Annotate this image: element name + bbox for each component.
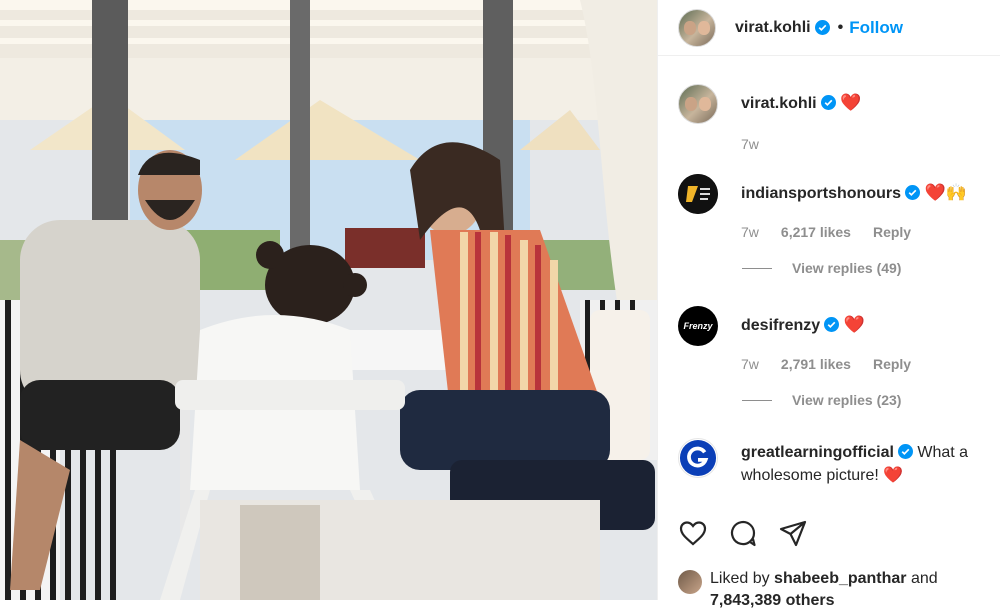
caption-username[interactable]: virat.kohli xyxy=(741,95,817,112)
caption-avatar[interactable] xyxy=(678,84,718,124)
liker-avatar[interactable] xyxy=(678,570,702,594)
verified-badge-icon xyxy=(905,185,920,200)
liked-by-user[interactable]: shabeeb_panthar xyxy=(774,570,906,587)
liked-by-row: Liked by shabeeb_panthar and 7,843,389 o… xyxy=(678,568,938,612)
comments-list[interactable]: virat.kohli ❤️ 7w indiansportshonours ❤️… xyxy=(658,56,1000,518)
comment-bubble-icon[interactable] xyxy=(728,518,758,548)
comment-likes[interactable]: 6,217 likes xyxy=(781,221,851,244)
comment-username[interactable]: desifrenzy xyxy=(741,317,820,334)
post-header: virat.kohli • Follow xyxy=(658,0,1000,56)
greatlearning-logo-icon xyxy=(679,439,717,477)
comment-avatar[interactable] xyxy=(678,438,718,478)
view-replies-button[interactable]: View replies (23) xyxy=(742,392,901,408)
comment-time: 7w xyxy=(741,224,759,240)
view-replies-button[interactable]: View replies (49) xyxy=(742,260,901,276)
comment-avatar[interactable]: Frenzy xyxy=(678,306,718,346)
caption-text: ❤️ xyxy=(840,93,862,112)
verified-badge-icon xyxy=(820,95,836,110)
like-heart-icon[interactable] xyxy=(678,518,708,548)
comment-item: greatlearningofficial What a wholesome p… xyxy=(678,438,988,487)
caption-time: 7w xyxy=(741,136,759,152)
desifrenzy-logo-text: Frenzy xyxy=(683,321,713,331)
post-photo[interactable] xyxy=(0,0,657,600)
verified-badge-icon xyxy=(814,20,830,35)
author-username[interactable]: virat.kohli xyxy=(735,19,811,37)
replies-divider xyxy=(742,267,772,269)
view-replies-label: View replies (23) xyxy=(792,392,902,408)
caption-item: virat.kohli ❤️ 7w xyxy=(678,84,988,156)
comment-item: indiansportshonours ❤️🙌 7w 6,217 likes R… xyxy=(678,174,988,244)
replies-divider xyxy=(742,399,772,401)
post-actions xyxy=(678,518,808,548)
comment-likes[interactable]: 2,791 likes xyxy=(781,353,851,376)
post-side-panel: virat.kohli • Follow virat.kohli ❤️ 7w i… xyxy=(657,0,1000,609)
likes-count[interactable]: 7,843,389 others xyxy=(710,592,835,609)
share-send-icon[interactable] xyxy=(778,518,808,548)
comment-text: ❤️ xyxy=(843,315,865,334)
reply-button[interactable]: Reply xyxy=(873,353,911,376)
comment-text: ❤️🙌 xyxy=(924,183,967,202)
indiansportshonours-logo-icon xyxy=(678,174,718,214)
reply-button[interactable]: Reply xyxy=(873,221,911,244)
separator-dot: • xyxy=(837,18,844,36)
comment-time: 7w xyxy=(741,356,759,372)
liked-by-suffix: and xyxy=(910,570,938,587)
comment-username[interactable]: indiansportshonours xyxy=(741,185,901,202)
author-avatar[interactable] xyxy=(678,8,716,47)
verified-badge-icon xyxy=(897,444,913,459)
comment-avatar[interactable] xyxy=(678,174,718,214)
verified-badge-icon xyxy=(824,317,840,332)
liked-by-prefix: Liked by xyxy=(710,570,770,587)
comment-username[interactable]: greatlearningofficial xyxy=(741,444,894,461)
view-replies-label: View replies (49) xyxy=(792,260,902,276)
post-image xyxy=(0,0,657,600)
follow-button[interactable]: Follow xyxy=(849,18,903,38)
comment-item: Frenzy desifrenzy ❤️ 7w 2,791 likes Repl… xyxy=(678,306,988,376)
